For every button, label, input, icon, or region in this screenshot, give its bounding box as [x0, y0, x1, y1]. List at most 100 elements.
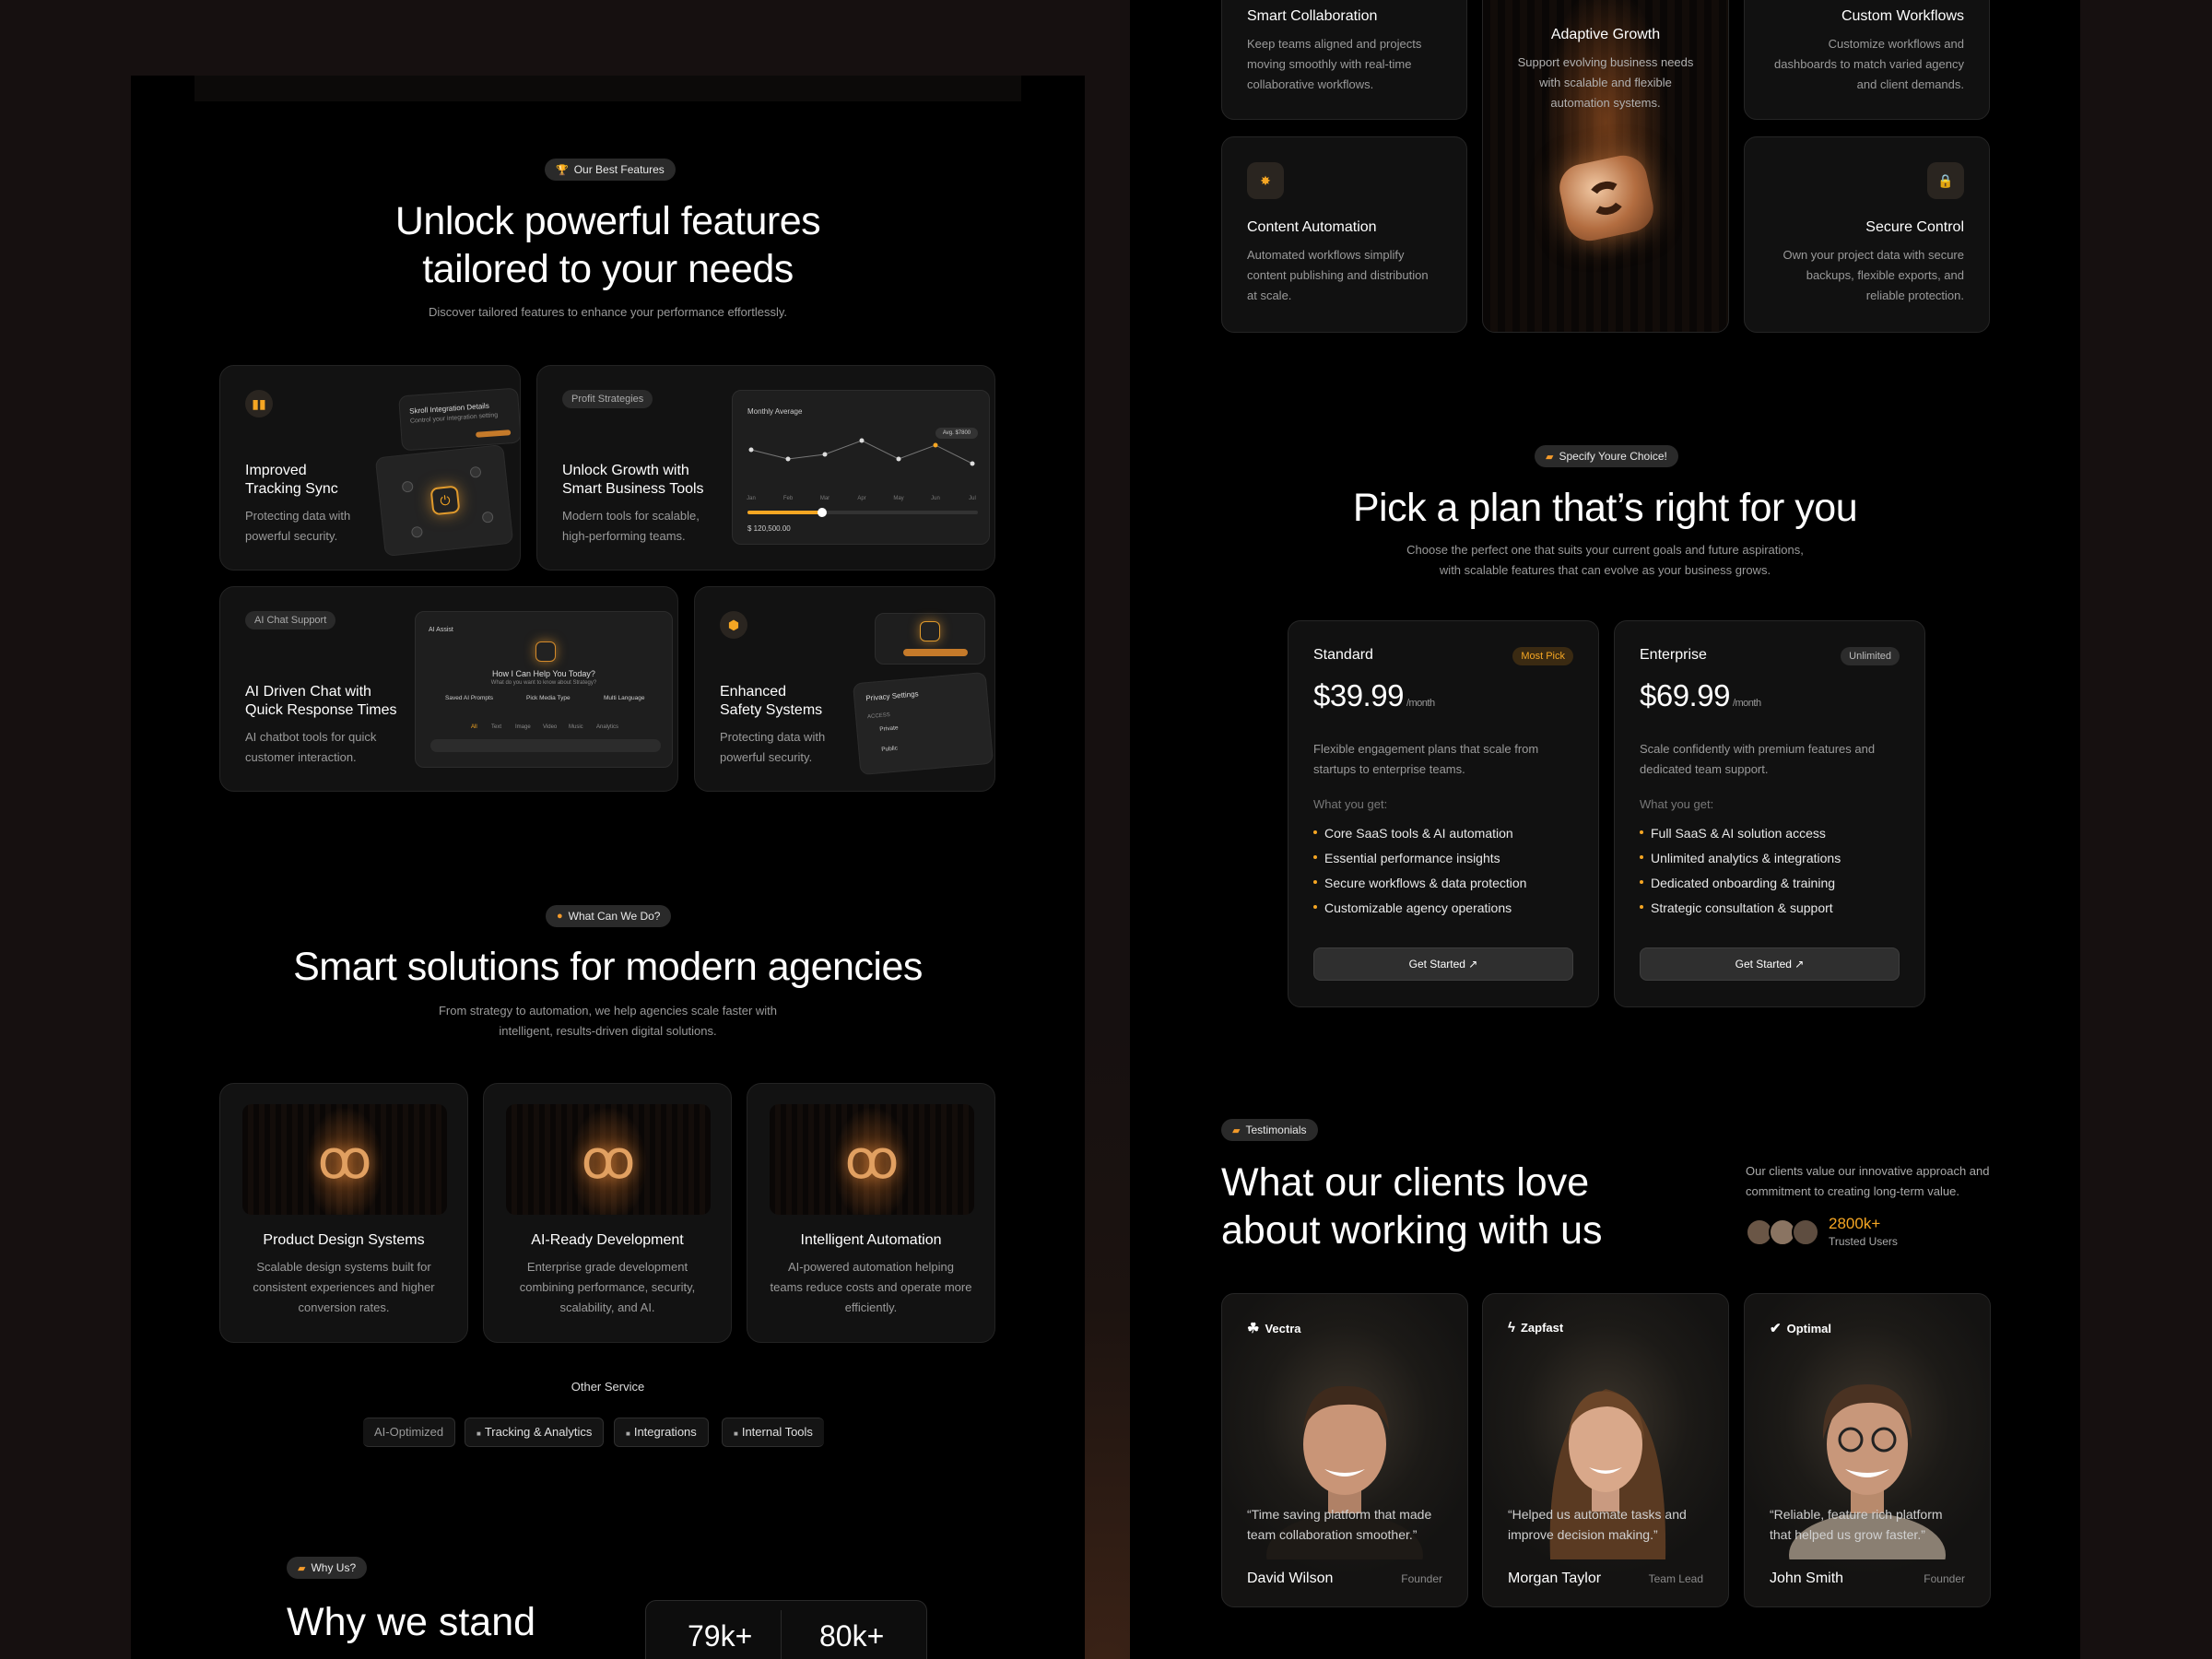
chain-emblem-icon: ꝏ [317, 1130, 372, 1190]
service-card-automation[interactable]: ꝏ Intelligent Automation AI-powered auto… [747, 1083, 995, 1343]
plan-name: Enterprise [1640, 647, 1707, 663]
other-service-label: Other Service [571, 1380, 645, 1394]
testimonials-title-line1: What our clients love [1221, 1160, 1590, 1205]
previous-section-edge [194, 76, 1021, 101]
testimonial-card[interactable]: ☘ Vectra “Time saving platform that made … [1221, 1293, 1468, 1607]
feature-desc-line: with scalable and flexible [1539, 76, 1672, 89]
service-image: ꝏ [242, 1104, 447, 1215]
integration-mock: Skroll Integration Details Control your … [398, 387, 520, 452]
plan-desc-line: startups to enterprise teams. [1313, 762, 1465, 776]
feature-card-safety[interactable]: ⬢ Enhanced Safety Systems Protecting dat… [694, 586, 995, 792]
service-chip[interactable]: ■ Internal Tools [722, 1418, 824, 1447]
ai-option[interactable]: Saved AI Prompts [445, 695, 493, 701]
testimonial-card[interactable]: ϟ Zapfast “Helped us automate tasks and i… [1482, 1293, 1729, 1607]
features-badge: 🏆 Our Best Features [545, 159, 676, 181]
avatar [1792, 1218, 1819, 1246]
feature-card-ai-chat[interactable]: AI Chat Support AI Driven Chat with Quic… [219, 586, 678, 792]
ai-prompt-input[interactable] [430, 739, 661, 752]
ai-option[interactable]: Multi Language [604, 695, 644, 701]
bar-chart-icon: ▮▮ [245, 390, 273, 418]
plan-price-value: $39.99 [1313, 678, 1404, 712]
plan-card-enterprise[interactable]: Enterprise Unlimited $69.99/month Scale … [1614, 620, 1925, 1007]
tag-icon: ■ [477, 1430, 481, 1438]
plan-feature: Strategic consultation & support [1640, 899, 1833, 917]
plan-card-standard[interactable]: Standard Most Pick $39.99/month Flexible… [1288, 620, 1599, 1007]
ai-tab[interactable]: All [471, 724, 477, 730]
ai-chat-support-tag: AI Chat Support [245, 611, 336, 629]
feature-title: Smart Collaboration [1247, 8, 1378, 24]
plan-get-label: What you get: [1640, 797, 1714, 811]
amount-slider-thumb[interactable] [818, 508, 827, 517]
feature-secure-control[interactable]: 🔒 Secure Control Own your project data w… [1744, 136, 1990, 333]
card-desc-line2: powerful security. [720, 750, 813, 764]
service-chip[interactable]: AI-Optimized [363, 1418, 456, 1447]
lock-icon [920, 621, 940, 641]
service-chip[interactable]: ■ Integrations [614, 1418, 709, 1447]
privacy-option-public[interactable]: Public [881, 746, 898, 754]
ai-tab[interactable]: Music [569, 724, 583, 730]
privacy-option-private[interactable]: Private [879, 724, 899, 733]
amount-slider-fill [747, 511, 821, 514]
feature-desc-line: Keep teams aligned and projects [1247, 37, 1422, 51]
pricing-badge: ▰ Specify Youre Choice! [1535, 445, 1678, 467]
get-started-button[interactable]: Get Started ↗ [1640, 947, 1900, 981]
plan-name: Standard [1313, 647, 1373, 663]
feature-desc-line: Automated workflows simplify [1247, 248, 1405, 262]
sync-emblem-inner [1584, 178, 1629, 218]
testimonial-card[interactable]: ✔ Optimal “Reliable, feature rich platfor… [1744, 1293, 1991, 1607]
feature-content-automation[interactable]: ✸ Content Automation Automated workflows… [1221, 136, 1467, 333]
feature-adaptive-growth[interactable]: Adaptive Growth Support evolving busines… [1482, 0, 1729, 333]
tag-icon: ■ [626, 1430, 630, 1438]
service-image: ꝏ [506, 1104, 711, 1215]
feature-title: Custom Workflows [1841, 8, 1964, 24]
testimonials-side-line: commitment to creating long-term value. [1746, 1184, 1959, 1198]
feature-desc-line: backups, flexible exports, and [1806, 268, 1964, 282]
privacy-settings-mock: Privacy Settings ACCESS Private Public [852, 671, 994, 776]
solutions-badge: ● What Can We Do? [546, 905, 672, 927]
chart-point [933, 442, 938, 448]
plan-feature: Full SaaS & AI solution access [1640, 824, 1826, 842]
plan-feature: Secure workflows & data protection [1313, 874, 1526, 892]
feature-smart-collaboration[interactable]: Smart Collaboration Keep teams aligned a… [1221, 0, 1467, 120]
thumbs-up-icon: ▰ [1232, 1124, 1241, 1136]
ai-tab[interactable]: Image [515, 724, 531, 730]
service-chip[interactable]: ■ Tracking & Analytics [465, 1418, 605, 1447]
trusted-users-count: 2800k+ [1829, 1215, 1881, 1232]
feature-card-tracking[interactable]: ▮▮ Improved Tracking Sync Protecting dat… [219, 365, 521, 571]
card-desc-line1: Modern tools for scalable, [562, 509, 700, 523]
lock-mock-bar [903, 649, 968, 656]
card-title-line1: Improved [245, 463, 307, 478]
card-title-line1: AI Driven Chat with [245, 684, 371, 700]
lock-mock [875, 613, 985, 665]
card-desc-line2: customer interaction. [245, 750, 357, 764]
why-title: Why we stand [287, 1600, 536, 1644]
ai-tab[interactable]: Text [491, 724, 501, 730]
testimonial-quote-line: “Reliable, feature rich platform [1770, 1507, 1943, 1522]
plan-feature: Core SaaS tools & AI automation [1313, 824, 1513, 842]
get-started-button[interactable]: Get Started ↗ [1313, 947, 1573, 981]
ai-tab[interactable]: Video [543, 724, 557, 730]
pin-icon: ● [557, 911, 563, 922]
brand-name: Zapfast [1520, 1321, 1564, 1335]
ai-option[interactable]: Pick Media Type [526, 695, 571, 701]
feature-card-growth[interactable]: Profit Strategies Unlock Growth with Sma… [536, 365, 995, 571]
feature-desc-line: reliable protection. [1865, 288, 1964, 302]
feature-custom-workflows[interactable]: Custom Workflows Customize workflows and… [1744, 0, 1990, 120]
stat-value: 80k+ [819, 1619, 885, 1653]
stats-card: 79k+ 80k+ [645, 1600, 927, 1659]
service-title: AI-Ready Development [531, 1232, 684, 1248]
card-title-line2: Smart Business Tools [562, 481, 704, 497]
service-card-design[interactable]: ꝏ Product Design Systems Scalable design… [219, 1083, 468, 1343]
testimonial-author: Morgan Taylor [1508, 1571, 1602, 1586]
service-card-development[interactable]: ꝏ AI-Ready Development Enterprise grade … [483, 1083, 732, 1343]
plan-feature: Unlimited analytics & integrations [1640, 849, 1841, 867]
ai-logo-icon [535, 641, 556, 662]
feature-desc-line: automation systems. [1550, 96, 1661, 110]
feature-title: Adaptive Growth [1550, 27, 1661, 42]
solutions-subtitle-line1: From strategy to automation, we help age… [438, 1004, 778, 1018]
ai-assist-header: AI Assist [429, 627, 453, 633]
pricing-badge-label: Specify Youre Choice! [1559, 450, 1667, 463]
ai-tab[interactable]: Analytics [596, 724, 618, 730]
solutions-title: Smart solutions for modern agencies [293, 945, 923, 989]
trophy-icon: 🏆 [556, 164, 569, 176]
